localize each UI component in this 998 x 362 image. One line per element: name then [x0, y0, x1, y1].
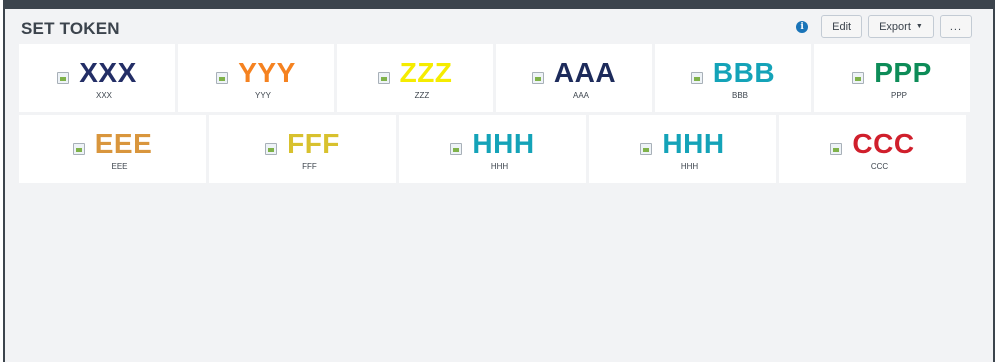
panel-actions: i Edit Export ▼ ...: [796, 15, 972, 38]
token-tile: EEE EEE: [19, 115, 206, 183]
more-options-label: ...: [949, 20, 962, 33]
token-row-1: XXX XXX YYY YYY ZZZ ZZZ AAA AAA BBB BBB …: [19, 44, 970, 112]
token-label: ZZZ: [414, 90, 430, 100]
token-tile: AAA AAA: [496, 44, 652, 112]
dashboard-panel: SET TOKEN i Edit Export ▼ ... XXX XXX YY…: [3, 0, 995, 362]
broken-image-icon: [57, 71, 70, 84]
edit-button[interactable]: Edit: [821, 15, 863, 38]
token-label: YYY: [254, 90, 271, 100]
info-icon[interactable]: i: [796, 20, 809, 33]
broken-image-icon: [531, 71, 544, 84]
more-options-button[interactable]: ...: [939, 15, 972, 38]
chevron-down-icon: ▼: [915, 23, 923, 30]
token-label: FFF: [302, 161, 317, 171]
top-bar: [5, 0, 993, 9]
token-value: PPP: [874, 56, 932, 88]
broken-image-icon: [450, 142, 463, 155]
token-value: HHH: [472, 127, 535, 159]
broken-image-icon: [265, 142, 278, 155]
token-row-2: EEE EEE FFF FFF HHH HHH HHH HHH CCC CCC: [19, 115, 966, 183]
broken-image-icon: [852, 71, 865, 84]
page-title: SET TOKEN: [21, 19, 120, 38]
token-value: FFF: [287, 127, 340, 159]
token-label: CCC: [870, 161, 889, 171]
token-value: ZZZ: [399, 56, 453, 88]
token-label: BBB: [731, 90, 748, 100]
token-label: HHH: [680, 161, 699, 171]
broken-image-icon: [830, 142, 843, 155]
token-label: EEE: [111, 161, 128, 171]
token-value: AAA: [553, 56, 617, 88]
token-label: XXX: [95, 90, 112, 100]
token-value: BBB: [712, 56, 776, 88]
token-value: CCC: [852, 127, 915, 159]
token-label: PPP: [890, 90, 907, 100]
token-label: AAA: [572, 90, 589, 100]
broken-image-icon: [377, 71, 390, 84]
token-label: HHH: [490, 161, 509, 171]
token-tile: BBB BBB: [655, 44, 811, 112]
broken-image-icon: [640, 142, 653, 155]
token-value: XXX: [79, 56, 137, 88]
token-tile: CCC CCC: [779, 115, 966, 183]
token-tile: PPP PPP: [814, 44, 970, 112]
token-tile: FFF FFF: [209, 115, 396, 183]
token-value: YYY: [238, 56, 296, 88]
broken-image-icon: [216, 71, 229, 84]
export-button-label: Export: [879, 20, 911, 33]
token-tile: YYY YYY: [178, 44, 334, 112]
token-value: EEE: [94, 127, 153, 159]
broken-image-icon: [72, 142, 85, 155]
token-tile: HHH HHH: [399, 115, 586, 183]
token-tile: XXX XXX: [19, 44, 175, 112]
export-button[interactable]: Export ▼: [868, 15, 934, 38]
broken-image-icon: [690, 71, 703, 84]
edit-button-label: Edit: [832, 20, 852, 33]
token-tile: HHH HHH: [589, 115, 776, 183]
token-tile: ZZZ ZZZ: [337, 44, 493, 112]
token-value: HHH: [662, 127, 725, 159]
